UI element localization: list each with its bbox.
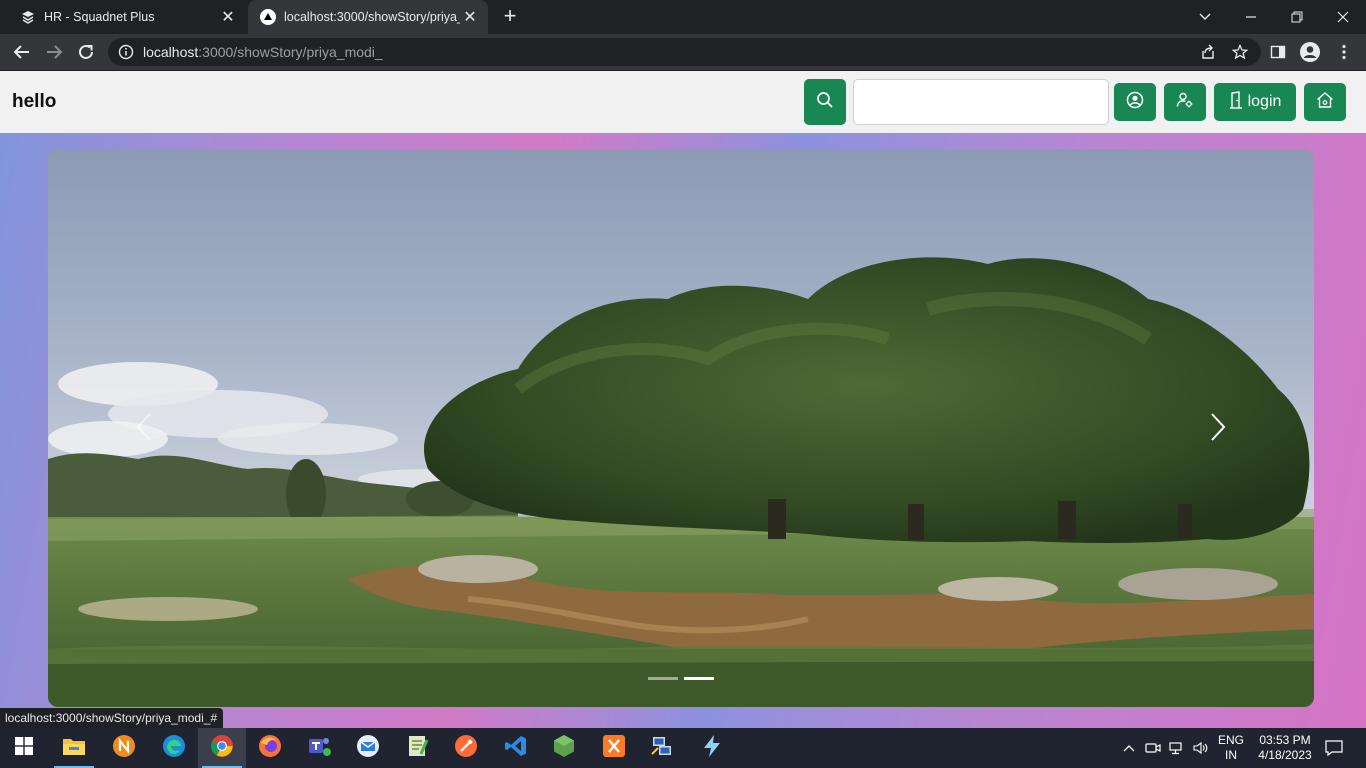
xampp-icon — [602, 734, 626, 763]
login-label: login — [1247, 93, 1282, 110]
carousel-indicator-1[interactable] — [648, 677, 678, 680]
chrome-icon — [210, 734, 234, 763]
person-gear-icon — [1176, 91, 1194, 114]
taskbar-teams[interactable] — [296, 728, 344, 768]
firefox-icon — [258, 734, 282, 763]
carousel-next-button[interactable] — [1198, 407, 1238, 451]
chevron-up-icon[interactable] — [1120, 739, 1138, 757]
taskbar-network-tool[interactable] — [638, 728, 686, 768]
taskbar-chrome[interactable] — [198, 728, 246, 768]
orange-n-icon — [112, 734, 136, 763]
taskbar-xampp[interactable] — [590, 728, 638, 768]
lightning-bolt-icon — [702, 734, 722, 763]
clock-time: 03:53 PM — [1259, 733, 1311, 747]
site-info-icon[interactable] — [118, 44, 134, 60]
nextjs-favicon-icon — [260, 9, 276, 25]
windows-start-button[interactable] — [0, 728, 48, 768]
folder-icon — [62, 736, 86, 761]
close-icon[interactable]: ✕ — [218, 7, 238, 27]
bookmark-star-icon[interactable] — [1226, 38, 1254, 66]
taskbar-edge[interactable] — [150, 728, 198, 768]
chevron-left-icon — [135, 412, 153, 447]
house-gear-icon — [1316, 91, 1334, 114]
door-icon — [1229, 90, 1243, 114]
story-carousel — [48, 149, 1314, 707]
slide-image — [48, 149, 1314, 707]
reload-icon[interactable] — [72, 38, 100, 66]
back-arrow-icon[interactable] — [8, 38, 36, 66]
carousel-prev-button[interactable] — [124, 407, 164, 451]
taskbar-lightning-app[interactable] — [688, 728, 736, 768]
taskbar-firefox[interactable] — [246, 728, 294, 768]
tab-hr-squadnet[interactable]: HR - Squadnet Plus ✕ — [8, 0, 246, 34]
url-path: :3000/showStory/priya_modi_ — [198, 44, 383, 60]
close-icon[interactable]: ✕ — [460, 7, 480, 27]
minimize-button[interactable] — [1228, 0, 1274, 34]
clock-date: 4/18/2023 — [1258, 748, 1312, 762]
tab-show-story[interactable]: localhost:3000/showStory/priya_m ✕ — [248, 0, 488, 34]
region-code: IN — [1225, 748, 1237, 762]
taskbar-vscode[interactable] — [492, 728, 540, 768]
taskbar-mail-app[interactable] — [344, 728, 392, 768]
teams-icon — [307, 734, 333, 763]
input-language-indicator[interactable]: ENG IN — [1216, 733, 1246, 763]
network-icon[interactable] — [1168, 739, 1186, 757]
add-user-button[interactable] — [1164, 83, 1206, 121]
page-viewport: hello login localhost:3000/showStory/pri… — [0, 71, 1366, 728]
close-window-button[interactable] — [1320, 0, 1366, 34]
forward-arrow-icon[interactable] — [40, 38, 68, 66]
taskbar-postman[interactable] — [442, 728, 490, 768]
volume-icon[interactable] — [1192, 739, 1210, 757]
restore-button[interactable] — [1274, 0, 1320, 34]
tab-title: HR - Squadnet Plus — [44, 10, 155, 24]
squadnet-favicon-icon — [20, 9, 36, 25]
edge-icon — [162, 734, 186, 763]
vscode-icon — [504, 734, 528, 763]
tab-title: localhost:3000/showStory/priya_m — [284, 10, 460, 24]
notification-center-icon[interactable] — [1324, 738, 1344, 758]
side-panel-icon[interactable] — [1264, 38, 1292, 66]
taskbar-clock[interactable]: 03:53 PM 4/18/2023 — [1252, 733, 1318, 763]
new-tab-button[interactable]: + — [498, 5, 522, 29]
mail-icon — [356, 734, 380, 763]
search-input[interactable] — [853, 79, 1109, 125]
share-icon[interactable] — [1194, 38, 1222, 66]
chevron-right-icon — [1209, 412, 1227, 447]
search-button[interactable] — [804, 79, 846, 125]
notepad-icon — [407, 734, 429, 763]
nodejs-hexagon-icon — [553, 734, 575, 763]
home-button[interactable] — [1304, 83, 1346, 121]
status-bar-url: localhost:3000/showStory/priya_modi_# — [0, 708, 224, 728]
carousel-indicator-2-active[interactable] — [684, 677, 714, 680]
postman-icon — [454, 734, 478, 763]
windows-logo-icon — [15, 736, 33, 760]
url-text[interactable]: localhost:3000/showStory/priya_modi_ — [143, 44, 383, 60]
lang-code: ENG — [1217, 733, 1244, 747]
profile-avatar-icon[interactable] — [1296, 38, 1324, 66]
user-circle-icon — [1126, 91, 1144, 114]
brand-title[interactable]: hello — [12, 91, 56, 113]
taskbar-app-orange[interactable] — [100, 728, 148, 768]
login-button[interactable]: login — [1214, 83, 1296, 121]
site-navbar: hello login — [0, 71, 1366, 133]
menu-kebab-icon[interactable] — [1330, 38, 1358, 66]
taskbar-file-explorer[interactable] — [50, 728, 98, 768]
search-icon — [816, 91, 834, 114]
url-host: localhost — [143, 44, 199, 60]
taskbar-nodejs[interactable] — [540, 728, 588, 768]
computer-network-icon — [650, 734, 674, 763]
tab-search-chevron-icon[interactable] — [1182, 0, 1228, 34]
profile-button[interactable] — [1114, 83, 1156, 121]
meet-now-icon[interactable] — [1144, 739, 1162, 757]
taskbar-notepad-plus[interactable] — [394, 728, 442, 768]
